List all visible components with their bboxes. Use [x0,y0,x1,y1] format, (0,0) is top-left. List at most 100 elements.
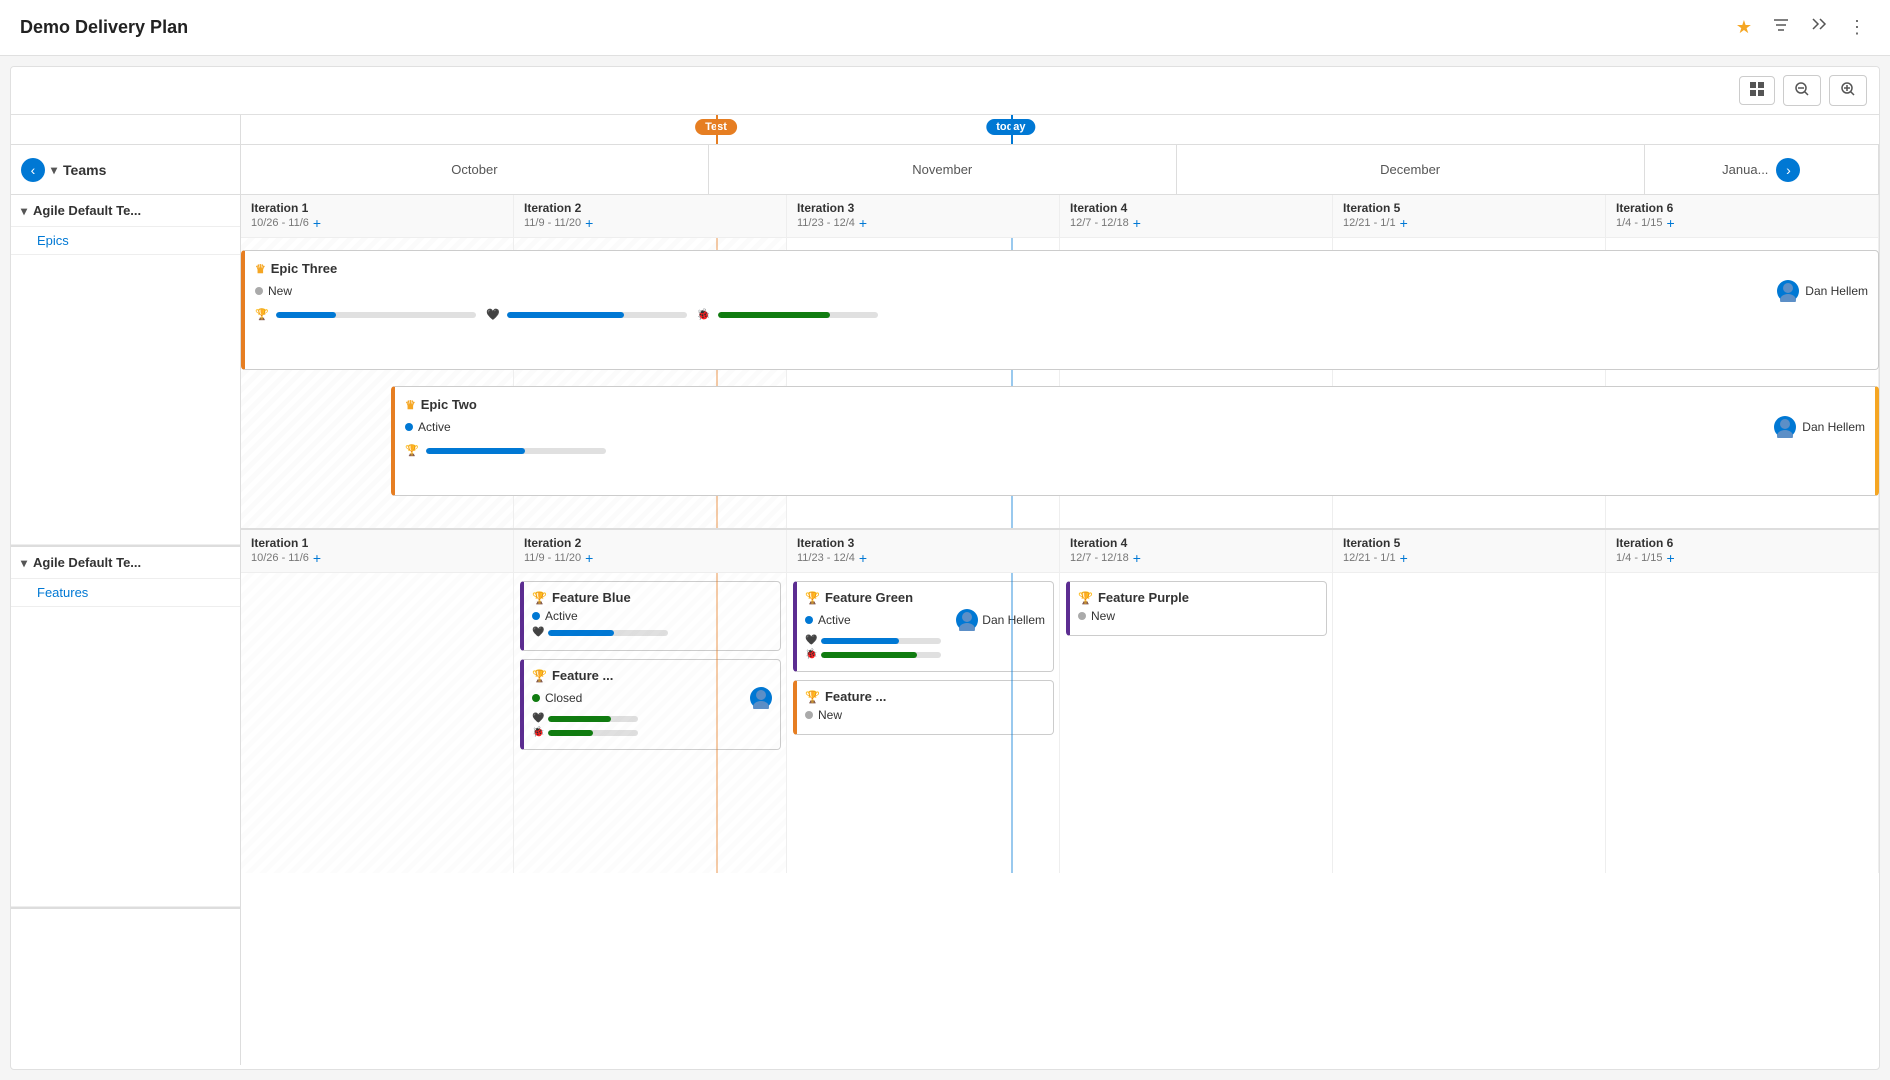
features-sub-row[interactable]: Features [11,579,240,607]
add-iter-e2[interactable]: + [585,215,593,231]
feature-closed-status-row: Closed [532,687,772,709]
iter-cell-f1: Iteration 1 10/26 - 11/6 + [241,530,514,572]
plan-container: Test today ‹ Teams October November Dece… [11,115,1879,1065]
month-columns: October November December Janua... › [241,145,1879,194]
feature-green-title-row: 🏆 Feature Green [805,590,1045,605]
iter-cell-f2: Iteration 2 11/9 - 11/20 + [514,530,787,572]
team-section-epics: Agile Default Te... Epics [11,195,240,547]
iter-row-features: Iteration 1 10/26 - 11/6 + Iteration 2 1… [241,528,1879,573]
add-iter-e6[interactable]: + [1666,215,1674,231]
avatar-fc [750,687,772,709]
feature-blue-bars: 🖤 [532,627,772,638]
add-iter-f4[interactable]: + [1133,550,1141,566]
main-container: Test today ‹ Teams October November Dece… [10,66,1880,1070]
iter-cell-f4: Iteration 4 12/7 - 12/18 + [1060,530,1333,572]
crown-icon-epic3: ♛ [255,262,266,276]
status-dot-fc [532,694,540,702]
add-iter-f6[interactable]: + [1666,550,1674,566]
collapse-button[interactable] [1806,12,1832,43]
team-row-epics[interactable]: Agile Default Te... [11,195,240,227]
status-dot-fp [1078,612,1086,620]
add-iter-e4[interactable]: + [1133,215,1141,231]
feature-purple-status-row: New [1078,609,1318,623]
teams-header: ‹ Teams [11,145,241,194]
right-panel: Iteration 1 10/26 - 11/6 + Iteration 2 1… [241,195,1879,1065]
left-panel: Agile Default Te... Epics Agile Default … [11,195,241,1065]
header-actions: ★ ⋮ [1732,12,1870,43]
add-iter-e3[interactable]: + [859,215,867,231]
iter-cell-e2: Iteration 2 11/9 - 11/20 + [514,195,787,237]
assignee-epic2: Dan Hellem [1802,420,1865,434]
team-collapse-icon [21,204,27,218]
feature-blue-status: Active [545,609,578,623]
more-button[interactable]: ⋮ [1844,13,1870,42]
iter-cell-f6: Iteration 6 1/4 - 1/15 + [1606,530,1879,572]
team-name-epics: Agile Default Te... [33,203,141,218]
crown-icon-epic2: ♛ [405,398,416,412]
epics-sub-row[interactable]: Epics [11,227,240,255]
assignee-fg: Dan Hellem [982,613,1045,627]
team-section-features: Agile Default Te... Features [11,547,240,909]
add-iter-f3[interactable]: + [859,550,867,566]
feature-closed-card[interactable]: 🏆 Feature ... Closed [520,659,781,750]
month-december: December [1177,145,1645,194]
feature-blue-title: Feature Blue [552,590,631,605]
left-features-area [11,607,240,907]
status-dot-epic2 [405,423,413,431]
add-iter-f2[interactable]: + [585,550,593,566]
add-iter-f5[interactable]: + [1400,550,1408,566]
nav-prev-button[interactable]: ‹ [21,158,45,182]
feature-green-bars: 🖤 🐞 [805,635,1045,660]
content-area: Agile Default Te... Epics Agile Default … [11,195,1879,1065]
feature-closed-bars: 🖤 🐞 [532,713,772,738]
favorite-button[interactable]: ★ [1732,13,1756,42]
status-dot-fb [532,612,540,620]
feature-new-orange-card[interactable]: 🏆 Feature ... New [793,680,1054,735]
feature-blue-title-row: 🏆 Feature Blue [532,590,772,605]
grid-view-button[interactable] [1739,76,1775,105]
avatar-epic3 [1777,280,1799,302]
epic-three-status: New [268,284,292,298]
app-header: Demo Delivery Plan ★ ⋮ [0,0,1890,56]
epic-two-status: Active [418,420,451,434]
epics-area: ♛ Epic Three New Dan Hellem [241,238,1879,528]
feature-purple-card[interactable]: 🏆 Feature Purple New [1066,581,1327,636]
status-dot-epic3 [255,287,263,295]
status-dot-fn [805,711,813,719]
team-row-features[interactable]: Agile Default Te... [11,547,240,579]
epic-three-card[interactable]: ♛ Epic Three New Dan Hellem [241,250,1879,370]
features-iter1-col [241,573,514,873]
epic-two-title-row: ♛ Epic Two [405,397,1865,412]
epic-three-title: Epic Three [271,261,337,276]
features-link[interactable]: Features [37,585,88,600]
iter-cell-e6: Iteration 6 1/4 - 1/15 + [1606,195,1879,237]
features-iter3-col: 🏆 Feature Green Active Dan [787,573,1060,873]
iter-cell-f5: Iteration 5 12/21 - 1/1 + [1333,530,1606,572]
add-iter-f1[interactable]: + [313,550,321,566]
feature-new-title: Feature ... [825,689,886,704]
feature-purple-status: New [1091,609,1115,623]
nav-next-button[interactable]: › [1776,158,1800,182]
epic-two-status-row: Active Dan Hellem [405,416,1865,438]
feature-green-card[interactable]: 🏆 Feature Green Active Dan [793,581,1054,672]
feature-purple-title-row: 🏆 Feature Purple [1078,590,1318,605]
add-iter-e5[interactable]: + [1400,215,1408,231]
team-name-features: Agile Default Te... [33,555,141,570]
crown-icon-fb: 🏆 [532,591,547,605]
filter-button[interactable] [1768,12,1794,43]
month-january: Janua... › [1645,145,1879,194]
app-title: Demo Delivery Plan [20,17,188,38]
epics-link[interactable]: Epics [37,233,69,248]
zoom-in-button[interactable] [1829,75,1867,106]
feature-closed-status: Closed [545,691,582,705]
zoom-out-button[interactable] [1783,75,1821,106]
add-iter-e1[interactable]: + [313,215,321,231]
teams-label: Teams [63,162,106,178]
status-dot-fg [805,616,813,624]
left-epic-area [11,255,240,545]
team-collapse-icon-2 [21,556,27,570]
epic-two-title: Epic Two [421,397,477,412]
iter-cell-e5: Iteration 5 12/21 - 1/1 + [1333,195,1606,237]
epic-two-card[interactable]: ♛ Epic Two Active Dan Hellem [391,386,1879,496]
feature-blue-card[interactable]: 🏆 Feature Blue Active 🖤 [520,581,781,651]
